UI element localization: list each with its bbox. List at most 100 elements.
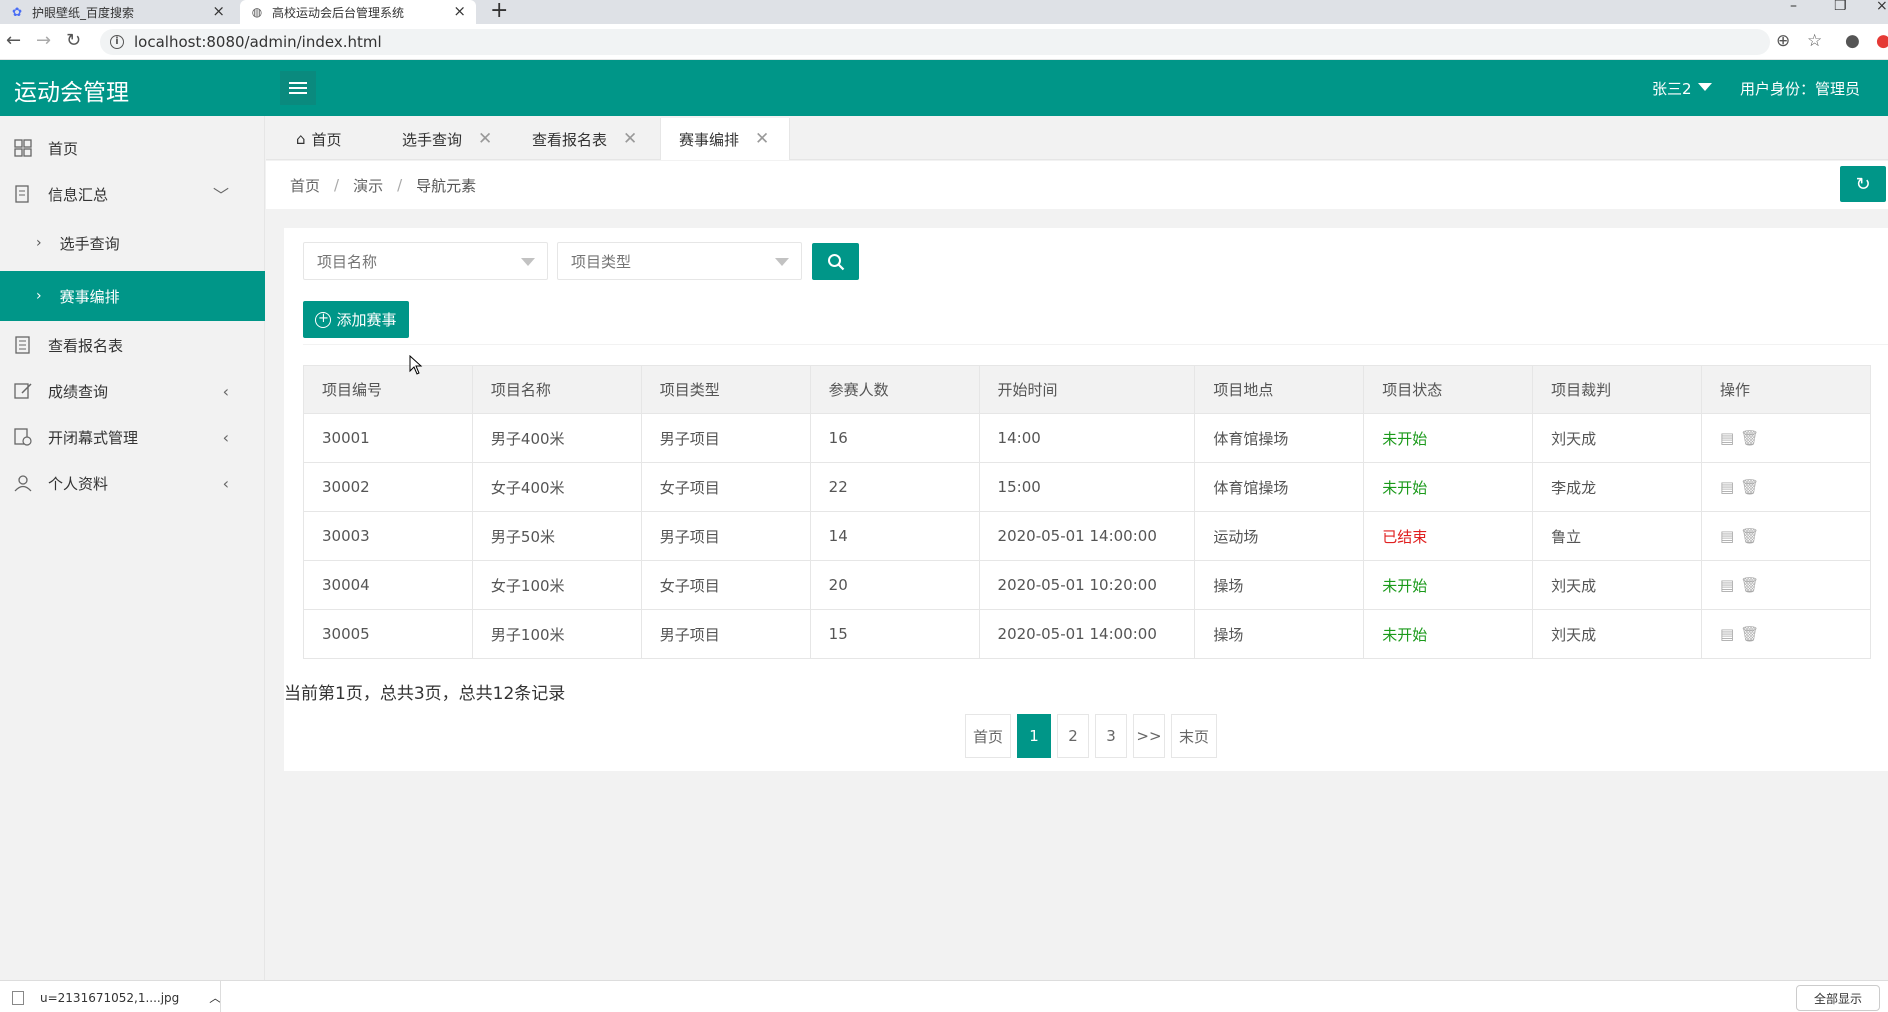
page-2[interactable]: 2 — [1057, 714, 1089, 758]
extension-icon[interactable]: ● — [1876, 31, 1888, 51]
refresh-icon: ↻ — [1855, 173, 1871, 195]
close-icon[interactable]: × — [212, 2, 225, 20]
sidebar-item-score-query[interactable]: 成绩查询 ‹ — [0, 368, 265, 414]
page-next[interactable]: >> — [1133, 714, 1165, 758]
zoom-icon[interactable]: ⊕ — [1776, 31, 1790, 51]
browser-tab-admin[interactable]: ◍ 高校运动会后台管理系统 × — [240, 0, 476, 24]
cell-referee: 刘天成 — [1532, 560, 1703, 610]
back-icon[interactable]: ← — [6, 30, 21, 51]
bookmark-star-icon[interactable]: ☆ — [1807, 31, 1822, 51]
cell-name: 女子400米 — [471, 462, 642, 512]
cell-id: 30002 — [303, 462, 473, 512]
edit-icon — [13, 381, 33, 401]
cell-name: 女子100米 — [471, 560, 642, 610]
forward-icon[interactable]: → — [36, 30, 51, 51]
edit-icon[interactable]: ▤ — [1720, 576, 1734, 594]
minimize-icon[interactable]: – — [1790, 0, 1797, 13]
profile-icon[interactable]: ● — [1845, 31, 1860, 51]
edit-icon[interactable]: ▤ — [1720, 478, 1734, 496]
sidebar-item-label: 成绩查询 — [48, 382, 109, 401]
search-button[interactable] — [812, 243, 859, 280]
browser-tab-strip: ✿ 护眼壁纸_百度搜索 × ◍ 高校运动会后台管理系统 × + – ❐ × — [0, 0, 1888, 24]
cell-actions: ▤ 🗑 — [1701, 560, 1871, 610]
table-row: 30005 男子100米 男子项目 15 2020-05-01 14:00:00… — [303, 609, 1871, 659]
user-menu[interactable]: 张三2 — [1652, 78, 1712, 99]
close-icon[interactable]: ✕ — [478, 129, 492, 149]
page-3[interactable]: 3 — [1095, 714, 1127, 758]
tab-registration[interactable]: 查看报名表 ✕ — [532, 118, 637, 160]
globe-icon: ◍ — [251, 5, 263, 19]
cell-name: 男子100米 — [471, 609, 642, 659]
breadcrumb-item[interactable]: 首页 — [290, 175, 320, 196]
sidebar-item-ceremony[interactable]: 开闭幕式管理 ‹ — [0, 414, 265, 460]
sidebar-item-info-summary[interactable]: 信息汇总 ﹀ — [0, 171, 265, 217]
refresh-button[interactable]: ↻ — [1840, 166, 1886, 202]
page-1[interactable]: 1 — [1017, 714, 1051, 758]
close-window-icon[interactable]: × — [1876, 0, 1888, 13]
trash-icon[interactable]: 🗑 — [1740, 576, 1759, 594]
cell-status: 未开始 — [1363, 413, 1534, 463]
baidu-paw-icon: ✿ — [11, 5, 23, 19]
close-icon[interactable]: ✕ — [755, 129, 769, 149]
project-name-select[interactable]: 项目名称 — [303, 242, 548, 280]
sidebar-item-home[interactable]: 首页 — [0, 125, 265, 171]
page-first[interactable]: 首页 — [965, 714, 1011, 758]
edit-icon[interactable]: ▤ — [1720, 429, 1734, 447]
show-all-button[interactable]: 全部显示 — [1796, 985, 1880, 1011]
cell-place: 体育馆操场 — [1194, 413, 1365, 463]
caret-down-icon — [1697, 83, 1712, 91]
sidebar-item-registration[interactable]: 查看报名表 — [0, 322, 265, 368]
info-icon[interactable]: i — [110, 35, 124, 49]
cell-status: 已结束 — [1363, 511, 1534, 561]
cell-place: 体育馆操场 — [1194, 462, 1365, 512]
breadcrumb-item[interactable]: 演示 — [353, 175, 383, 196]
new-tab-button[interactable]: + — [490, 0, 508, 22]
browser-tab-title: 护眼壁纸_百度搜索 — [32, 5, 135, 20]
column-header: 项目地点 — [1194, 365, 1365, 414]
column-header: 项目名称 — [471, 365, 642, 414]
breadcrumb: 首页 / 演示 / 导航元素 — [266, 161, 1888, 209]
cell-time: 14:00 — [978, 413, 1196, 463]
tab-label: 查看报名表 — [532, 130, 608, 149]
trash-icon[interactable]: 🗑 — [1740, 625, 1759, 643]
close-icon[interactable]: ✕ — [623, 129, 637, 149]
close-icon[interactable]: × — [453, 2, 466, 20]
project-type-select[interactable]: 项目类型 — [557, 242, 802, 280]
browser-tab-baidu[interactable]: ✿ 护眼壁纸_百度搜索 × — [0, 0, 235, 24]
cell-place: 运动场 — [1194, 511, 1365, 561]
column-header: 操作 — [1701, 365, 1871, 414]
cell-time: 2020-05-01 10:20:00 — [978, 560, 1196, 610]
url-field[interactable]: i localhost:8080/admin/index.html — [100, 29, 1770, 55]
caret-down-icon — [775, 258, 789, 266]
hamburger-icon — [289, 82, 307, 94]
caret-down-icon — [521, 258, 535, 266]
tab-event-schedule[interactable]: 赛事编排 ✕ — [660, 118, 791, 160]
app-logo: 运动会管理 — [14, 80, 129, 106]
sidebar-item-label: 选手查询 — [59, 234, 120, 253]
add-event-button[interactable]: + 添加赛事 — [303, 301, 409, 338]
reload-icon[interactable]: ↻ — [66, 30, 81, 51]
column-header: 参赛人数 — [809, 365, 980, 414]
restore-icon[interactable]: ❐ — [1834, 0, 1847, 13]
sidebar-item-event-schedule[interactable]: › 赛事编排 — [0, 271, 265, 321]
download-filename: u=2131671052,1....jpg — [40, 990, 180, 1005]
cell-referee: 刘天成 — [1532, 609, 1703, 659]
events-table: 项目编号 项目名称 项目类型 参赛人数 开始时间 项目地点 项目状态 项目裁判 … — [303, 365, 1871, 659]
edit-icon[interactable]: ▤ — [1720, 527, 1734, 545]
cell-actions: ▤ 🗑 — [1701, 413, 1871, 463]
sidebar-item-label: 赛事编排 — [59, 287, 120, 306]
tab-player-query[interactable]: 选手查询 ✕ — [402, 118, 492, 160]
trash-icon[interactable]: 🗑 — [1740, 527, 1759, 545]
column-header: 项目裁判 — [1532, 365, 1703, 414]
menu-toggle-button[interactable] — [280, 71, 316, 105]
tab-label: 赛事编排 — [679, 130, 740, 149]
app-header: 运动会管理 张三2 用户身份：管理员 — [0, 60, 1888, 116]
edit-icon[interactable]: ▤ — [1720, 625, 1734, 643]
download-item[interactable]: u=2131671052,1....jpg ︿ — [12, 989, 221, 1006]
page-last[interactable]: 末页 — [1171, 714, 1217, 758]
sidebar-item-player-query[interactable]: › 选手查询 — [0, 220, 265, 266]
sidebar-item-profile[interactable]: 个人资料 ‹ — [0, 460, 265, 506]
trash-icon[interactable]: 🗑 — [1740, 429, 1759, 447]
trash-icon[interactable]: 🗑 — [1740, 478, 1759, 496]
tab-home[interactable]: ⌂ 首页 — [296, 118, 342, 160]
